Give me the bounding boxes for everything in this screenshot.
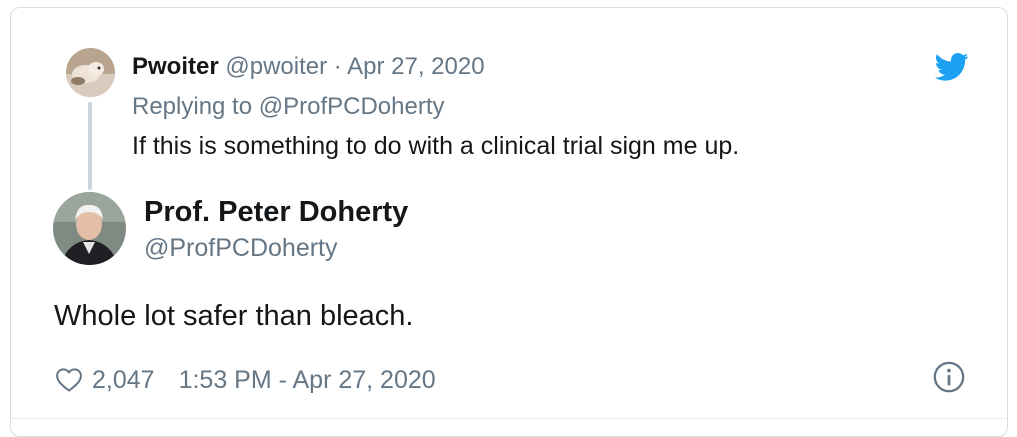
parent-tweet-header: Pwoiter @pwoiter · Apr 27, 2020 <box>132 52 485 82</box>
author-avatar[interactable] <box>53 192 126 265</box>
twitter-bird-icon[interactable] <box>935 52 969 82</box>
author-handle[interactable]: @ProfPCDoherty <box>144 232 338 264</box>
tweet-card: Pwoiter @pwoiter · Apr 27, 2020 Replying… <box>10 7 1008 437</box>
tweet-text: Whole lot safer than bleach. <box>54 300 414 332</box>
parent-handle[interactable]: @pwoiter <box>225 53 327 80</box>
parent-display-name[interactable]: Pwoiter <box>132 53 219 80</box>
reply-thread-line <box>88 102 92 190</box>
replying-to-line: Replying to @ProfPCDoherty <box>132 92 445 122</box>
parent-tweet-text: If this is something to do with a clinic… <box>132 132 740 160</box>
replying-to-handle[interactable]: @ProfPCDoherty <box>259 93 445 120</box>
like-count[interactable]: 2,047 <box>92 366 155 395</box>
footer-divider <box>11 418 1007 419</box>
parent-avatar[interactable] <box>66 48 115 97</box>
author-display-name[interactable]: Prof. Peter Doherty <box>144 194 408 230</box>
replying-to-label: Replying to <box>132 93 253 120</box>
info-icon[interactable] <box>932 360 966 394</box>
parent-date[interactable]: Apr 27, 2020 <box>347 53 484 80</box>
heart-icon[interactable] <box>54 365 84 395</box>
tweet-timestamp[interactable]: 1:53 PM - Apr 27, 2020 <box>179 366 436 395</box>
parent-separator: · <box>333 53 342 80</box>
tweet-footer: 2,047 1:53 PM - Apr 27, 2020 <box>54 362 436 398</box>
